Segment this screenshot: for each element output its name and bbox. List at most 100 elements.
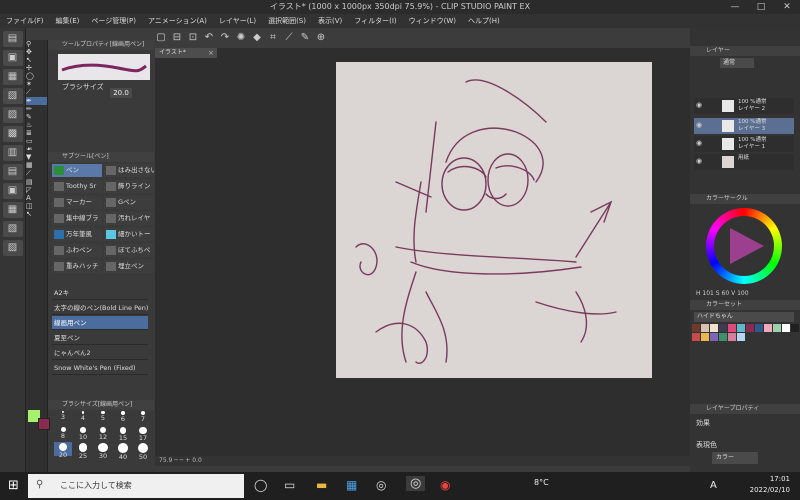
quick-access-icon[interactable]: ▦ xyxy=(2,202,23,218)
zoom-icon[interactable]: ⚲ xyxy=(26,40,47,48)
menu-help[interactable]: ヘルプ(H) xyxy=(462,14,506,28)
decoration-icon[interactable]: ≣ xyxy=(26,129,47,137)
pen-pressure-icon[interactable]: ✎ xyxy=(298,31,312,45)
file-explorer-icon[interactable]: ▬ xyxy=(316,478,327,492)
pencil-icon[interactable]: ✏ xyxy=(26,105,47,113)
brush-size-option[interactable]: 40 xyxy=(114,442,132,461)
maximize-button[interactable]: □ xyxy=(748,0,774,14)
brush-size-option[interactable]: 10 xyxy=(74,426,92,441)
menu-file[interactable]: ファイル(F) xyxy=(0,14,50,28)
clock[interactable]: 17:01 2022/02/10 xyxy=(730,474,790,496)
lasso-icon[interactable]: ◯ xyxy=(26,72,47,80)
save-icon[interactable]: ⊡ xyxy=(186,31,200,45)
brush-list-item[interactable]: にゃんぺん2 xyxy=(52,346,148,360)
brush-size-option[interactable]: 50 xyxy=(134,442,152,461)
widgets-icon[interactable]: ▭ xyxy=(284,478,295,492)
layer-row[interactable]: ◉ 100 %通常 レイヤー 1 xyxy=(694,136,794,152)
clip-studio-paint-icon[interactable]: ◎ xyxy=(406,476,426,491)
menu-filter[interactable]: フィルター(I) xyxy=(348,14,402,28)
task-view-icon[interactable]: ◯ xyxy=(254,478,267,492)
color-swatch[interactable] xyxy=(764,324,772,332)
drawing-paper[interactable] xyxy=(336,62,652,378)
eye-icon[interactable]: ◉ xyxy=(696,158,702,165)
color-swatch[interactable] xyxy=(692,333,700,341)
redo-icon[interactable]: ↷ xyxy=(218,31,232,45)
snap-icon[interactable]: ⊕ xyxy=(314,31,328,45)
sub-tool-item[interactable]: 集中線ブラ xyxy=(52,212,102,225)
sub-tool-item[interactable]: 飾りライン xyxy=(104,180,154,193)
menu-edit[interactable]: 編集(E) xyxy=(50,14,86,28)
color-swatch[interactable] xyxy=(710,324,718,332)
sub-tool-item[interactable]: 埋立ペン xyxy=(104,260,154,273)
menu-window[interactable]: ウィンドウ(W) xyxy=(403,14,462,28)
close-button[interactable]: ✕ xyxy=(774,0,800,14)
brush-size-option[interactable]: 8 xyxy=(54,426,72,440)
color-swatch[interactable] xyxy=(737,324,745,332)
sub-tool-item[interactable]: ペン xyxy=(52,164,102,177)
color-swatch[interactable] xyxy=(710,333,718,341)
figure-icon[interactable]: ⟋ xyxy=(26,169,47,178)
brush-size-option[interactable]: 20 xyxy=(54,442,72,459)
eyedropper-icon[interactable]: ⟋ xyxy=(26,88,47,97)
ruler-panel-icon[interactable]: ▣ xyxy=(2,183,23,199)
eye-icon[interactable]: ◉ xyxy=(696,102,702,109)
operation-icon[interactable]: ↖ xyxy=(26,56,47,64)
brush-size-option[interactable]: 30 xyxy=(94,442,112,460)
sub-tool-item[interactable]: 細かいトー xyxy=(104,228,154,241)
balloon-icon[interactable]: ◫ xyxy=(26,202,47,210)
menu-page[interactable]: ページ管理(P) xyxy=(85,14,142,28)
sub-tool-item[interactable]: はみ出さない xyxy=(104,164,154,177)
layer-row[interactable]: ◉ 100 %通常 レイヤー 2 xyxy=(694,98,794,114)
color-swatch[interactable] xyxy=(746,324,754,332)
color-swatch[interactable] xyxy=(701,324,709,332)
color-swatch[interactable] xyxy=(701,333,709,341)
sub-tool-item[interactable]: ぼてふちペ xyxy=(104,244,154,257)
material-icon[interactable]: ▨ xyxy=(2,107,23,123)
airbrush-icon[interactable]: ♨ xyxy=(26,121,47,129)
text-panel-icon[interactable]: ▧ xyxy=(2,221,23,237)
sub-tool-item[interactable]: Toothy Sr xyxy=(52,180,102,193)
sub-tool-item[interactable]: 万年筆風 xyxy=(52,228,102,241)
brush-size-input[interactable]: 20.0 xyxy=(110,88,132,98)
sub-tool-item[interactable]: マーカー xyxy=(52,196,102,209)
auto-select-icon[interactable]: ✶ xyxy=(26,80,47,88)
move-icon[interactable]: ✥ xyxy=(26,48,47,56)
store-icon[interactable]: ▦ xyxy=(346,478,357,492)
minimize-button[interactable]: — xyxy=(722,0,748,14)
brush-size-option[interactable]: 3 xyxy=(54,410,72,424)
color-swatch[interactable] xyxy=(755,324,763,332)
brush-size-option[interactable]: 15 xyxy=(114,426,132,442)
color-swatch[interactable] xyxy=(782,324,790,332)
history-icon[interactable]: ▧ xyxy=(2,88,23,104)
brush-size-option[interactable]: 7 xyxy=(134,410,152,424)
export-icon[interactable]: ▨ xyxy=(2,240,23,256)
brush-list-item[interactable]: 夏至ペン xyxy=(52,331,148,345)
brush-size-option[interactable]: 4 xyxy=(74,410,92,424)
correct-line-icon[interactable]: ↖ xyxy=(26,210,47,218)
file-icon[interactable]: ▦ xyxy=(2,69,23,85)
color-swatch[interactable] xyxy=(719,333,727,341)
menu-view[interactable]: 表示(V) xyxy=(312,14,348,28)
color-swatch[interactable] xyxy=(737,333,745,341)
color-swatch[interactable] xyxy=(728,324,736,332)
eraser-icon[interactable]: ▭ xyxy=(26,137,47,145)
new-file-icon[interactable]: ▢ xyxy=(154,31,168,45)
settings-panel-icon[interactable]: ▤ xyxy=(2,164,23,180)
frame-icon[interactable]: ▤ xyxy=(26,178,47,186)
menu-animation[interactable]: アニメーション(A) xyxy=(142,14,213,28)
chrome-icon[interactable]: ◉ xyxy=(440,478,450,492)
text-tool-icon[interactable]: A xyxy=(26,194,47,202)
menu-layer[interactable]: レイヤー(L) xyxy=(213,14,262,28)
color-swatch[interactable] xyxy=(719,324,727,332)
navigator-icon[interactable]: ▣ xyxy=(2,50,23,66)
weather[interactable]: 8°C xyxy=(534,478,549,487)
brush-list-item[interactable]: 太字の線のペン(Bold Line Pen) xyxy=(52,301,148,315)
transform-icon[interactable]: ⟋ xyxy=(282,31,296,45)
color-swatch[interactable] xyxy=(791,324,799,332)
undo-icon[interactable]: ↶ xyxy=(202,31,216,45)
blend-icon[interactable]: ☙ xyxy=(26,145,47,153)
ime-indicator[interactable]: A xyxy=(710,480,717,491)
brush-list-item[interactable]: 線画用ペン xyxy=(52,316,148,330)
layer-panel-icon[interactable]: ▤ xyxy=(2,31,23,47)
fill-tool-icon[interactable]: ▼ xyxy=(26,153,47,161)
